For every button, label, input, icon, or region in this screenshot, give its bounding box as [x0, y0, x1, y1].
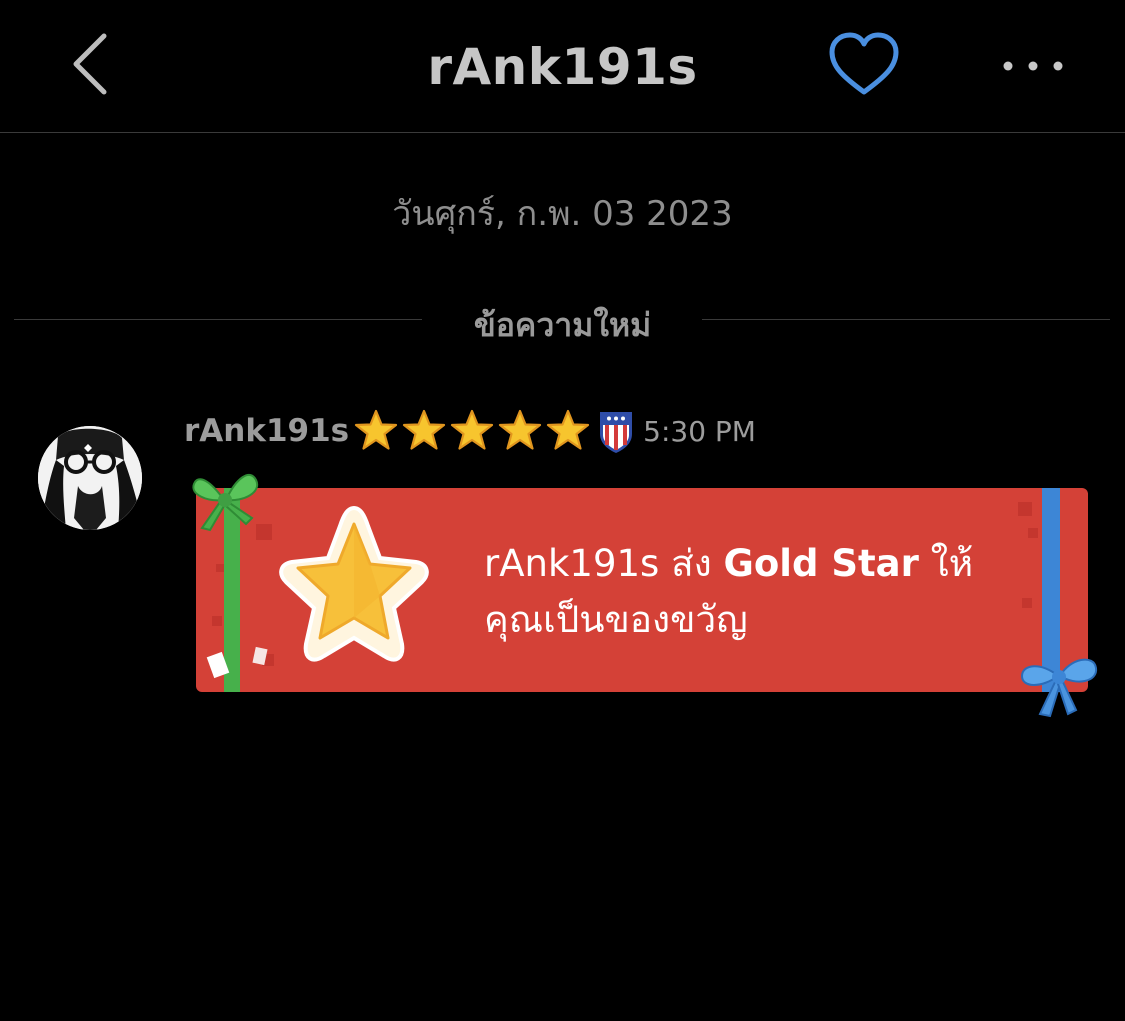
chat-screen: rAnk191s วันศุกร์, ก.พ. 03 2023 ข้อความใ… [0, 0, 1125, 1021]
green-bow-icon [192, 473, 259, 532]
gift-line-2: คุณเป็นของขวัญ [484, 598, 748, 641]
favorite-button[interactable] [826, 30, 902, 100]
gift-message-text: rAnk191s ส่ง Gold Star ให้ คุณเป็นของขวั… [484, 536, 1024, 648]
gift-verb: ส่ง [671, 542, 712, 585]
star-icon [499, 409, 542, 450]
message-time: 5:30 PM [643, 414, 756, 448]
blue-bow-icon [1020, 658, 1098, 718]
date-separator: วันศุกร์, ก.พ. 03 2023 [392, 194, 733, 234]
star-icon [547, 409, 590, 450]
flag-shield-icon [600, 412, 633, 453]
star-icon [451, 409, 494, 450]
new-messages-label: ข้อความใหม่ [473, 306, 652, 344]
more-dots-icon [1003, 61, 1063, 71]
gift-suffix: ให้ [930, 542, 974, 585]
gift-sender: rAnk191s [484, 542, 660, 585]
rank-stars [353, 408, 593, 454]
top-bar: rAnk191s [0, 0, 1125, 133]
message-username[interactable]: rAnk191s [184, 413, 349, 449]
star-icon [355, 409, 398, 450]
divider-line-right [702, 319, 1110, 320]
more-options-button[interactable] [998, 46, 1068, 86]
message-header: rAnk191s 5:30 PM [184, 405, 756, 457]
avatar[interactable] [38, 426, 142, 530]
gold-star-icon [279, 505, 429, 662]
avatar-image [38, 426, 142, 530]
star-icon [403, 409, 446, 450]
heart-icon [829, 32, 899, 95]
page-title: rAnk191s [427, 38, 698, 96]
gift-message-card[interactable]: rAnk191s ส่ง Gold Star ให้ คุณเป็นของขวั… [192, 473, 1098, 718]
gift-item-name: Gold Star [723, 542, 919, 585]
